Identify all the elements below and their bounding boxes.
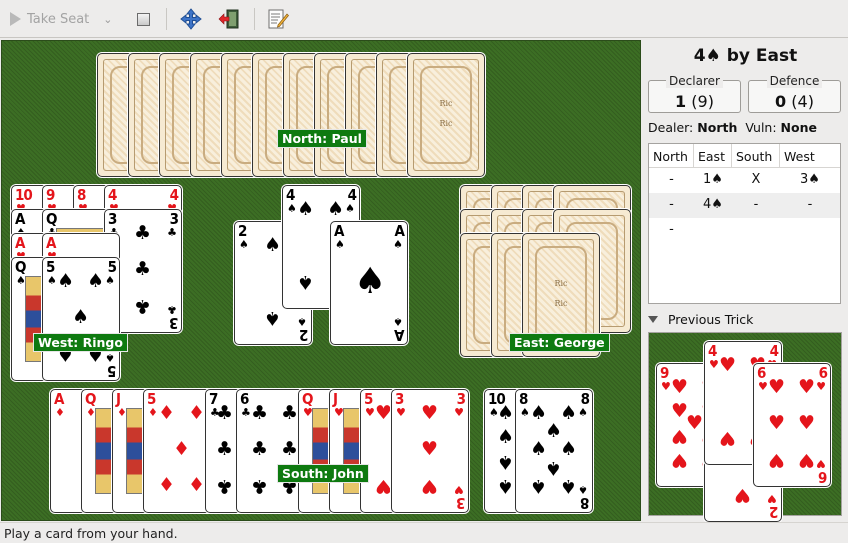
east-player-label: East: George (509, 333, 610, 352)
south-card-3-hearts[interactable]: 3 ♥ 3 ♥ ♥ ♥ ♥ 3 ♥ (391, 389, 469, 513)
toolbar-separator (166, 8, 167, 30)
play-icon (10, 12, 21, 26)
defence-label: Defence (766, 74, 823, 88)
bid-cell: X (751, 172, 761, 187)
bidding-col-east[interactable]: East (694, 144, 732, 167)
dealer-label: Dealer: (648, 120, 694, 135)
previous-trick-view: 9♥ ♥♥ ♥♥ ♥ ♥♥ ♥♥ 9♥ ♥ 2♥ 4♥ 4♥ ♥♥ ♥♥ 4♥ … (648, 332, 842, 522)
defence-target: (4) (791, 92, 814, 111)
vuln-value: None (780, 120, 817, 135)
bid-cell (780, 218, 840, 243)
bidding-col-west[interactable]: West (780, 144, 840, 167)
expander-triangle-icon (648, 316, 658, 323)
declarer-label: Declarer (666, 74, 723, 88)
declarer-target: (9) (691, 92, 714, 111)
toolbar: Take Seat ⌄ (0, 0, 848, 38)
bid-cell: - (669, 197, 674, 212)
leave-table-button[interactable] (218, 8, 240, 30)
bidding-col-south[interactable]: South (732, 144, 780, 167)
west-player-label: West: Ringo (33, 333, 128, 352)
exit-door-icon (218, 9, 239, 29)
dealer-value: North (697, 120, 738, 135)
stop-button[interactable] (137, 8, 150, 30)
notes-button[interactable] (267, 8, 289, 30)
bid-cell (732, 218, 780, 243)
bid-cell: 3♠ (800, 172, 820, 187)
defence-tricks-box: Defence 0 (4) (748, 74, 841, 113)
bidding-table: North East South West - 1♠ X 3♠ - 4♠ - -… (648, 143, 841, 304)
previous-trick-toggle[interactable]: Previous Trick (648, 312, 753, 327)
move-arrows-icon (180, 8, 202, 30)
bidding-header: North East South West (649, 144, 840, 168)
dealer-vuln-line: Dealer: North Vuln: None (648, 120, 848, 135)
prev-card-6-hearts: 6 ♥ 6 ♥ ♥ ♥ ♥ ♥ ♥ ♥ 6 ♥ (753, 363, 831, 487)
bidding-col-north[interactable]: North (649, 144, 694, 167)
status-bar: Play a card from your hand. (0, 522, 848, 543)
vuln-label: Vuln: (745, 120, 777, 135)
bidding-row: - 1♠ X 3♠ (649, 168, 840, 193)
bid-cell: - (669, 172, 674, 187)
toolbar-separator (254, 8, 255, 30)
card-back: Ric Ric (407, 53, 485, 177)
chevron-down-icon: ⌄ (103, 12, 113, 26)
declarer-tricks-box: Declarer 1 (9) (648, 74, 741, 113)
bid-cell: - (753, 197, 759, 212)
stop-icon (137, 12, 150, 26)
previous-trick-label: Previous Trick (667, 312, 754, 327)
north-player-label: North: Paul (277, 129, 367, 148)
defence-tricks: 0 (775, 92, 787, 111)
take-seat-button[interactable]: Take Seat ⌄ (10, 8, 112, 30)
move-button[interactable] (180, 8, 202, 30)
bid-cell: - (669, 222, 674, 237)
west-card-5-spades: 5 ♠ 5 ♠ ♠ ♠ ♠ ♠ ♠ 5 ♠ (42, 257, 120, 381)
card-back-logo: Ric Ric (554, 279, 568, 308)
info-panel: 4♠ by East Declarer 1 (9) Defence 0 (4) … (643, 40, 848, 522)
card-back-logo: Ric Ric (439, 99, 453, 128)
south-card-8-spades[interactable]: 8 ♠ 8 ♠ ♠ ♠ ♠ ♠ ♠ ♠ ♠ ♠ 8 ♠ (515, 389, 593, 513)
bid-cell (694, 218, 732, 243)
bidding-row: - (649, 218, 840, 243)
bid-cell: - (807, 197, 813, 212)
card-table: RicRic North: Paul 10♥ 9♥ 8♥ 4♥4♥ A♠ Q♣ … (1, 40, 641, 521)
edit-notes-icon (268, 9, 289, 29)
bid-cell: 4♠ (703, 197, 723, 212)
bid-cell: 1♠ (703, 172, 723, 187)
trick-card-a-spades: A ♠ A ♠ ♠ A ♠ (330, 221, 408, 345)
take-seat-label: Take Seat (27, 11, 90, 27)
south-player-label: South: John (277, 464, 369, 483)
contract-title: 4♠ by East (693, 46, 798, 66)
bidding-row: - 4♠ - - (649, 193, 840, 218)
declarer-tricks: 1 (675, 92, 687, 111)
